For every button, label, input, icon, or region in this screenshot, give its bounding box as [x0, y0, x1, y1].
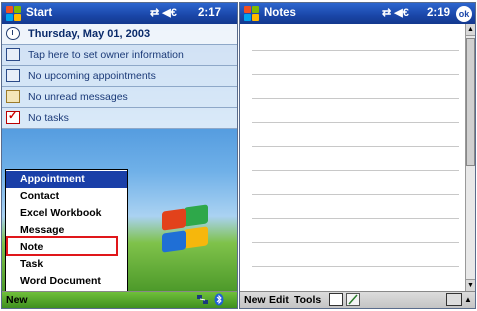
- tasks-text: No tasks: [28, 112, 69, 124]
- clock-time[interactable]: 2:17: [198, 7, 221, 19]
- title-bar: Notes ⇄ ◀€ 2:19 ok: [240, 3, 475, 24]
- start-menu-logo-icon[interactable]: [243, 5, 260, 21]
- start-menu-logo-icon[interactable]: [5, 5, 22, 21]
- clock-time[interactable]: 2:19: [427, 7, 450, 19]
- connectivity-volume-icons[interactable]: ⇄ ◀€: [150, 6, 177, 19]
- today-screen: Start ⇄ ◀€ 2:17 Thursday, May 01, 2003 T…: [1, 2, 238, 309]
- tasks-icon: [6, 109, 20, 124]
- owner-info-text: Tap here to set owner information: [28, 49, 184, 61]
- ruled-line: [252, 170, 459, 171]
- menu-item-excel-workbook[interactable]: Excel Workbook: [6, 205, 127, 222]
- tools-menu[interactable]: Tools: [294, 294, 321, 306]
- ruled-line: [252, 98, 459, 99]
- ruled-line: [252, 122, 459, 123]
- scroll-thumb[interactable]: [466, 38, 475, 166]
- network-icon[interactable]: [196, 293, 210, 306]
- new-menu-popup: Appointment Contact Excel Workbook Messa…: [5, 169, 128, 292]
- tasks-row[interactable]: No tasks: [2, 108, 237, 129]
- ok-button[interactable]: ok: [456, 6, 472, 22]
- note-writing-area[interactable]: [240, 24, 465, 291]
- scroll-down-arrow-icon[interactable]: ▼: [466, 279, 475, 291]
- clock-icon: [6, 27, 20, 40]
- messages-text: No unread messages: [28, 91, 128, 103]
- pen-tool-icon[interactable]: [346, 293, 360, 306]
- ruled-line: [252, 74, 459, 75]
- bluetooth-icon[interactable]: [214, 293, 224, 306]
- menu-item-word-document[interactable]: Word Document: [6, 273, 127, 290]
- ruled-line: [252, 266, 459, 267]
- ruled-line: [252, 218, 459, 219]
- connectivity-volume-icons[interactable]: ⇄ ◀€: [382, 6, 409, 19]
- menu-item-appointment[interactable]: Appointment: [6, 171, 127, 188]
- new-button[interactable]: New: [244, 294, 266, 306]
- new-button[interactable]: New: [6, 294, 28, 306]
- menu-item-message[interactable]: Message: [6, 222, 127, 239]
- menu-item-task[interactable]: Task: [6, 256, 127, 273]
- bottom-bar: New: [2, 291, 237, 308]
- messages-row[interactable]: No unread messages: [2, 87, 237, 108]
- date-text: Thursday, May 01, 2003: [28, 28, 151, 40]
- today-date-row[interactable]: Thursday, May 01, 2003: [2, 24, 237, 45]
- notes-screen: Notes ⇄ ◀€ 2:19 ok ▲ ▼ New Edit Tools ▲: [239, 2, 476, 309]
- owner-card-icon: [6, 48, 20, 61]
- input-panel-arrow-icon[interactable]: ▲: [464, 295, 472, 304]
- windows-flag-icon: [162, 204, 216, 253]
- vertical-scrollbar[interactable]: ▲ ▼: [465, 24, 475, 291]
- ruled-line: [252, 146, 459, 147]
- recording-icon[interactable]: [329, 293, 343, 306]
- scroll-up-arrow-icon[interactable]: ▲: [466, 24, 475, 36]
- calendar-icon: [6, 69, 20, 82]
- ruled-line: [252, 194, 459, 195]
- appointments-text: No upcoming appointments: [28, 70, 156, 82]
- edit-menu[interactable]: Edit: [269, 294, 289, 306]
- app-title[interactable]: Notes: [264, 7, 296, 19]
- command-bar: New Edit Tools ▲: [240, 291, 475, 308]
- ruled-line: [252, 50, 459, 51]
- app-title[interactable]: Start: [26, 7, 52, 19]
- owner-info-row[interactable]: Tap here to set owner information: [2, 45, 237, 66]
- menu-item-contact[interactable]: Contact: [6, 188, 127, 205]
- title-bar: Start ⇄ ◀€ 2:17: [2, 3, 237, 24]
- input-panel-keyboard-icon[interactable]: [446, 293, 462, 306]
- ruled-line: [252, 242, 459, 243]
- menu-item-note[interactable]: Note: [6, 239, 127, 256]
- inbox-icon: [6, 90, 20, 103]
- appointments-row[interactable]: No upcoming appointments: [2, 66, 237, 87]
